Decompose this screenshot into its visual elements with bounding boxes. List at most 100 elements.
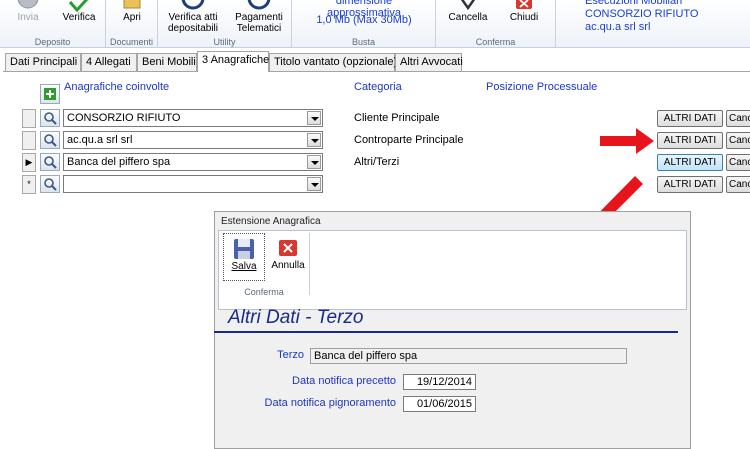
cancella-row-button[interactable]: Canc	[726, 154, 750, 171]
group-conferma: Cancella Chiudi Conferma	[436, 0, 556, 48]
chiudi-label: Chiudi	[509, 12, 539, 23]
folder-icon	[123, 0, 141, 9]
dialog-toolbar: Salva Annulla Conferma	[218, 230, 687, 310]
dialog-heading: Altri Dati - Terzo	[214, 305, 678, 333]
apri-button[interactable]: Apri	[112, 0, 152, 23]
group-label-conferma: Conferma	[475, 37, 516, 47]
ribbon-toolbar: Invia Verifica Deposito Apri Documenti V…	[0, 0, 750, 48]
search-icon	[44, 112, 57, 125]
row-selector[interactable]	[22, 109, 36, 128]
dialog-title: Estensione Anagrafica	[221, 216, 321, 227]
notifica-precetto-label: Data notifica precetto	[292, 375, 396, 387]
dialog-group-label: Conferma	[244, 287, 284, 297]
apri-label: Apri	[123, 12, 141, 23]
category-label: Cliente Principale	[354, 112, 440, 124]
terzo-label: Terzo	[277, 349, 304, 361]
header-posizione: Posizione Processuale	[486, 81, 598, 93]
cancella-row-button[interactable]: Canc	[726, 110, 750, 127]
search-button[interactable]	[40, 131, 60, 149]
tab-titolo-vantato[interactable]: Titolo vantato (opzionale)	[269, 53, 397, 71]
combo-value: ac.qu.a srl srl	[67, 134, 133, 146]
tab-allegati[interactable]: 4 Allegati	[81, 53, 137, 71]
salva-button[interactable]: Salva	[223, 233, 265, 281]
search-button[interactable]	[40, 153, 60, 171]
toolbar-divider	[309, 233, 310, 295]
notifica-pignoramento-field[interactable]: 01/06/2015	[403, 396, 476, 412]
combo-value: Banca del piffero spa	[67, 156, 171, 168]
info-line1: Esecuzioni Mobiliari	[585, 0, 683, 7]
cancella-row-button[interactable]: Canc	[726, 176, 750, 193]
combo-value: CONSORZIO RIFIUTO	[67, 112, 181, 124]
add-anagrafica-button[interactable]	[40, 84, 60, 104]
cancel-icon	[279, 240, 297, 256]
heading-underline	[214, 331, 678, 333]
add-icon	[44, 88, 56, 100]
payment-icon	[247, 0, 271, 10]
annulla-button[interactable]: Annulla	[269, 233, 307, 281]
dialog-heading-text: Altri Dati - Terzo	[228, 307, 364, 328]
category-label: Altri/Terzi	[354, 156, 400, 168]
verifica-atti-label: Verifica atti depositabili	[167, 12, 219, 34]
header-anagrafiche: Anagrafiche coinvolte	[64, 81, 170, 93]
cancel-x-icon	[460, 0, 476, 11]
search-icon	[44, 178, 57, 191]
info-line2: CONSORZIO RIFIUTO	[585, 8, 699, 20]
document-check-icon	[181, 0, 205, 10]
dropdown-arrow-icon[interactable]	[307, 111, 321, 125]
send-icon	[17, 0, 39, 9]
altri-dati-button[interactable]: ALTRI DATI	[657, 176, 723, 193]
salva-label: Salva	[231, 261, 257, 272]
close-icon	[516, 0, 532, 9]
search-button[interactable]	[40, 109, 60, 127]
group-deposito: Invia Verifica Deposito	[0, 0, 106, 48]
cancella-label: Cancella	[448, 12, 488, 23]
procedure-info: Esecuzioni Mobiliari CONSORZIO RIFIUTO a…	[585, 0, 698, 34]
altri-dati-button[interactable]: ALTRI DATI	[657, 110, 723, 127]
anagrafica-combo[interactable]	[63, 175, 323, 193]
chiudi-button[interactable]: Chiudi	[502, 0, 546, 23]
verifica-label: Verifica	[62, 12, 96, 23]
altri-dati-button-active[interactable]: ALTRI DATI	[657, 154, 723, 171]
group-label-utility: Utility	[213, 37, 236, 47]
row-selector[interactable]: ▶	[22, 153, 36, 172]
notifica-precetto-field[interactable]: 19/12/2014	[403, 374, 476, 390]
tab-beni-mobili[interactable]: Beni Mobili	[137, 53, 197, 71]
search-icon	[44, 156, 57, 169]
invia-button[interactable]: Invia	[8, 0, 48, 23]
info-line3: ac.qu.a srl srl	[585, 21, 651, 33]
group-utility: Verifica atti depositabili Pagamenti Tel…	[158, 0, 292, 48]
row-selector[interactable]	[22, 131, 36, 150]
dropdown-arrow-icon[interactable]	[307, 133, 321, 147]
group-label-busta: Busta	[351, 37, 375, 47]
category-label: Controparte Principale	[354, 134, 464, 146]
tab-dati-principali[interactable]: Dati Principali	[5, 53, 81, 71]
verifica-button[interactable]: Verifica	[56, 0, 102, 23]
anagrafica-combo[interactable]: CONSORZIO RIFIUTO	[63, 109, 323, 127]
dropdown-arrow-icon[interactable]	[307, 177, 321, 191]
tab-anagrafiche[interactable]: 3 Anagrafiche	[197, 51, 269, 72]
anagrafica-combo[interactable]: ac.qu.a srl srl	[63, 131, 323, 149]
header-categoria: Categoria	[354, 81, 402, 93]
annulla-label: Annulla	[271, 260, 305, 271]
cancella-row-button[interactable]: Canc	[726, 132, 750, 149]
terzo-field: Banca del piffero spa	[310, 348, 627, 364]
anagrafica-combo[interactable]: Banca del piffero spa	[63, 153, 323, 171]
group-label-documenti: Documenti	[109, 37, 154, 47]
verifica-atti-button[interactable]: Verifica atti depositabili	[162, 0, 224, 34]
pagamenti-button[interactable]: Pagamenti Telematici	[228, 0, 290, 34]
invia-label: Invia	[17, 12, 39, 23]
group-busta: dimensione approssimativa 1,0 Mb (Max 30…	[292, 0, 436, 48]
altri-dati-button[interactable]: ALTRI DATI	[657, 132, 723, 149]
check-icon	[68, 0, 89, 12]
notifica-pignoramento-label: Data notifica pignoramento	[264, 397, 396, 409]
pagamenti-label: Pagamenti Telematici	[235, 12, 283, 34]
group-label-deposito: Deposito	[34, 37, 71, 47]
dropdown-arrow-icon[interactable]	[307, 155, 321, 169]
row-selector-new[interactable]: *	[22, 175, 36, 194]
search-icon	[44, 134, 57, 147]
tab-altri-avvocati[interactable]: Altri Avvocati	[395, 53, 463, 71]
cancella-button[interactable]: Cancella	[444, 0, 492, 23]
save-icon	[234, 239, 254, 259]
search-button[interactable]	[40, 175, 60, 193]
busta-size-value: 1,0 Mb (Max 30Mb)	[316, 14, 412, 26]
